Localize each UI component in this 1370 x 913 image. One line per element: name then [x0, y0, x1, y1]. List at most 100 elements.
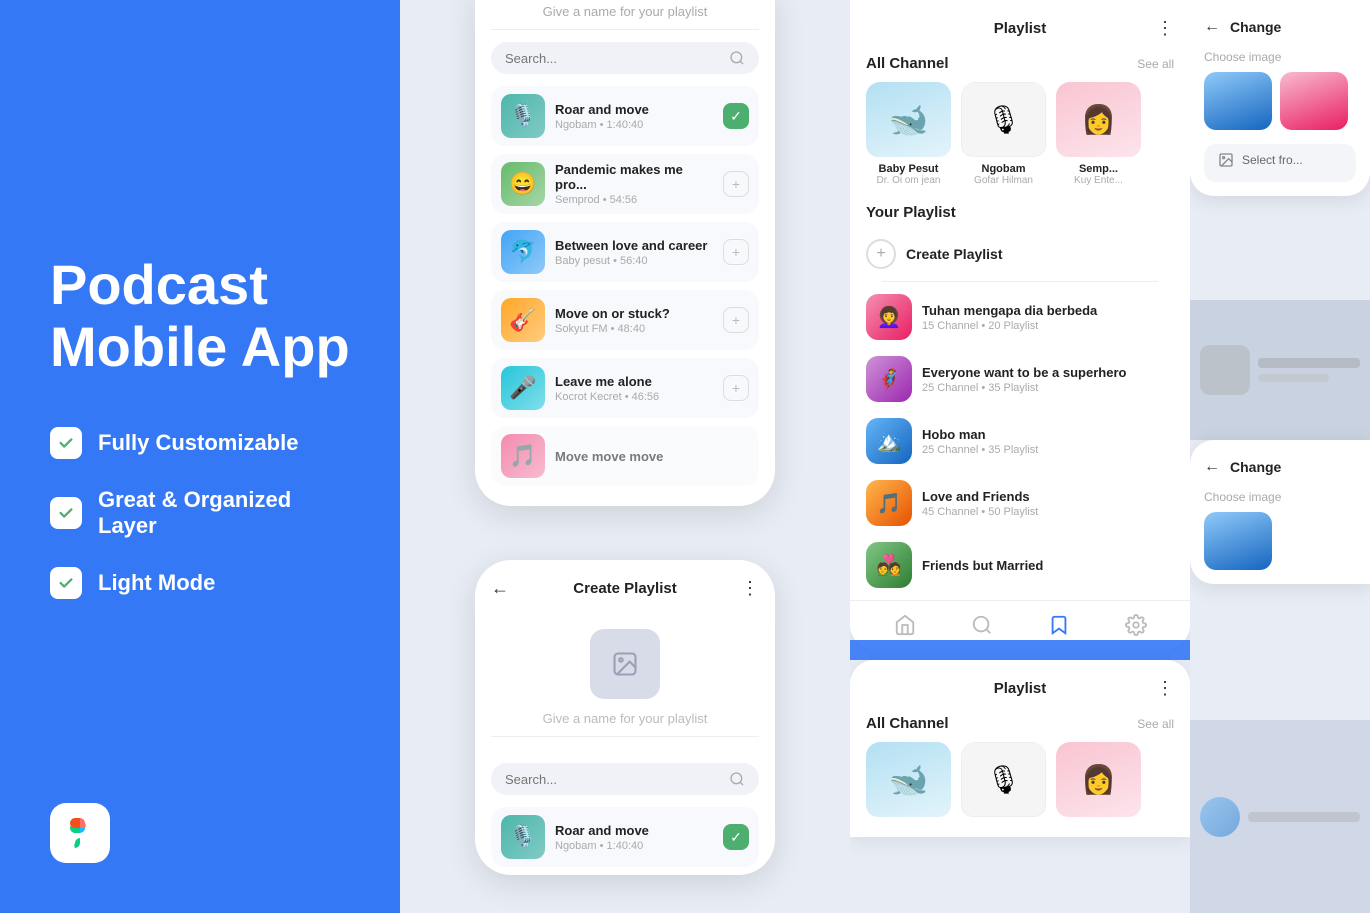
see-all-link[interactable]: See all [1137, 57, 1174, 71]
change-image-header: ← Change [1190, 0, 1370, 46]
podcast-add[interactable]: + [723, 375, 749, 401]
channel-card-1[interactable]: 🐋 Baby Pesut Dr. Oi om jean [866, 82, 951, 186]
playlist-more-button[interactable]: ⋮ [1156, 18, 1174, 39]
blurred-info [1258, 358, 1360, 382]
playlist-item-3[interactable]: 🏔️ Hobo man 25 Channel • 35 Playlist [866, 410, 1174, 472]
podcast-meta: Semprod • 54:56 [555, 194, 713, 206]
your-playlist-section: Your Playlist + Create Playlist 👩‍🦱 Tuha… [850, 200, 1190, 600]
nav-home[interactable] [893, 613, 917, 637]
podcast-item[interactable]: 🎙️ Roar and move Ngobam • 1:40:40 ✓ [491, 86, 759, 146]
change-back-button[interactable]: ← [1204, 18, 1220, 36]
channel-name-2: Ngobam [961, 163, 1046, 175]
search-input-bottom[interactable] [505, 772, 729, 787]
check-icon-1 [50, 427, 82, 459]
feature-label-3: Light Mode [98, 570, 215, 596]
podcast-info: Pandemic makes me pro... Semprod • 54:56 [555, 162, 713, 206]
all-channel-header-2: All Channel See all [850, 709, 1190, 742]
playlist-item-name-2: Everyone want to be a superhero [922, 365, 1174, 380]
podcast-thumb: 🎸 [501, 298, 545, 342]
image-box [590, 629, 660, 699]
channel-card-4[interactable]: 🐋 [866, 742, 951, 823]
playlist-item-5[interactable]: 💑 Friends but Married [866, 534, 1174, 596]
blurred-title [1258, 358, 1360, 368]
podcast-item[interactable]: 🎸 Move on or stuck? Sokyut FM • 48:40 + [491, 290, 759, 350]
podcast-meta: Kocrot Kecret • 46:56 [555, 391, 713, 403]
podcast-add[interactable]: + [723, 239, 749, 265]
see-all-link-2[interactable]: See all [1137, 717, 1174, 731]
podcast-add[interactable]: + [723, 171, 749, 197]
figma-logo [50, 803, 110, 863]
podcast-item-bottom[interactable]: 🎙️ Roar and move Ngobam • 1:40:40 ✓ [491, 807, 759, 867]
divider [882, 281, 1158, 282]
podcast-check[interactable]: ✓ [723, 103, 749, 129]
search-bar-top[interactable] [491, 42, 759, 74]
image-option-1[interactable] [1204, 72, 1272, 130]
podcast-title: Between love and career [555, 238, 713, 253]
channel-card-5[interactable]: 🎙 [961, 742, 1046, 823]
channel-author-1: Dr. Oi om jean [866, 175, 951, 186]
channel-img-1: 🐋 [866, 82, 951, 157]
create-playlist-row[interactable]: + Create Playlist [866, 231, 1174, 277]
podcast-list-card: Give a name for your playlist 🎙️ Roar an… [475, 0, 775, 506]
feature-item-1: Fully Customizable [50, 427, 350, 459]
playlist-item-2[interactable]: 🦸 Everyone want to be a superhero 25 Cha… [866, 348, 1174, 410]
podcast-item[interactable]: 🎵 Move move move [491, 426, 759, 486]
playlist-info-5: Friends but Married [922, 558, 1174, 573]
podcast-add[interactable]: + [723, 307, 749, 333]
blurred-bottom [1190, 720, 1370, 913]
accent-bar [850, 640, 1190, 660]
change-image-card-bottom: ← Change Choose image [1190, 440, 1370, 584]
playlist-more-2[interactable]: ⋮ [1156, 678, 1174, 699]
select-from-row[interactable]: Select fro... [1204, 144, 1356, 182]
podcast-thumb: 🎙️ [501, 94, 545, 138]
playlist-item-meta-2: 25 Channel • 35 Playlist [922, 382, 1174, 394]
podcast-item[interactable]: 🎤 Leave me alone Kocrot Kecret • 46:56 + [491, 358, 759, 418]
select-from-label: Select fro... [1242, 153, 1303, 167]
blurred-text-2 [1248, 812, 1360, 822]
back-button[interactable]: ← [491, 578, 509, 599]
blurred-avatar-2 [1200, 797, 1240, 837]
channel-author-2: Gofar Hilman [961, 175, 1046, 186]
playlist-item-meta-3: 25 Channel • 35 Playlist [922, 444, 1174, 456]
playlist-item-name-3: Hobo man [922, 427, 1174, 442]
image-option-3[interactable] [1204, 512, 1272, 570]
create-playlist-header: ← Create Playlist ⋮ [475, 560, 775, 609]
podcast-title: Leave me alone [555, 374, 713, 389]
image-option-2[interactable] [1280, 72, 1348, 130]
playlist-item-4[interactable]: 🎵 Love and Friends 45 Channel • 50 Playl… [866, 472, 1174, 534]
all-channel-header: All Channel See all [850, 49, 1190, 82]
podcast-item[interactable]: 🐬 Between love and career Baby pesut • 5… [491, 222, 759, 282]
all-channel-title-2: All Channel [866, 715, 949, 732]
podcast-meta: Ngobam • 1:40:40 [555, 119, 713, 131]
nav-search[interactable] [970, 613, 994, 637]
channel-card-3[interactable]: 👩 Semp... Kuy Ente... [1056, 82, 1141, 186]
podcast-thumb: 🎤 [501, 366, 545, 410]
search-input-top[interactable] [505, 51, 729, 66]
channel-card-6[interactable]: 👩 [1056, 742, 1141, 823]
channel-img-6: 👩 [1056, 742, 1141, 817]
playlist-item-name-4: Love and Friends [922, 489, 1174, 504]
nav-bookmark[interactable] [1047, 613, 1071, 637]
app-title: Podcast Mobile App [50, 254, 350, 377]
playlist-thumb-3: 🏔️ [866, 418, 912, 464]
playlist-input-label: Give a name for your playlist [491, 0, 759, 30]
nav-settings[interactable] [1124, 613, 1148, 637]
image-upload-area[interactable]: Give a name for your playlist [475, 609, 775, 763]
check-icon-3 [50, 567, 82, 599]
podcast-thumb: 🎵 [501, 434, 545, 478]
podcast-info: Move on or stuck? Sokyut FM • 48:40 [555, 306, 713, 335]
podcast-title: Pandemic makes me pro... [555, 162, 713, 192]
playlist-item-1[interactable]: 👩‍🦱 Tuhan mengapa dia berbeda 15 Channel… [866, 286, 1174, 348]
playlist-item-name-1: Tuhan mengapa dia berbeda [922, 303, 1174, 318]
channel-row: 🐋 Baby Pesut Dr. Oi om jean 🎙 Ngobam Gof… [850, 82, 1190, 200]
create-playlist-title: Create Playlist [573, 580, 676, 597]
create-playlist-label: Create Playlist [906, 246, 1003, 262]
playlist-info-4: Love and Friends 45 Channel • 50 Playlis… [922, 489, 1174, 518]
more-button[interactable]: ⋮ [741, 578, 759, 599]
playlist-info-1: Tuhan mengapa dia berbeda 15 Channel • 2… [922, 303, 1174, 332]
podcast-item[interactable]: 😄 Pandemic makes me pro... Semprod • 54:… [491, 154, 759, 214]
podcast-check-bottom[interactable]: ✓ [723, 824, 749, 850]
channel-card-2[interactable]: 🎙 Ngobam Gofar Hilman [961, 82, 1046, 186]
change-back-button-2[interactable]: ← [1204, 458, 1220, 476]
search-bar-bottom[interactable] [491, 763, 759, 795]
